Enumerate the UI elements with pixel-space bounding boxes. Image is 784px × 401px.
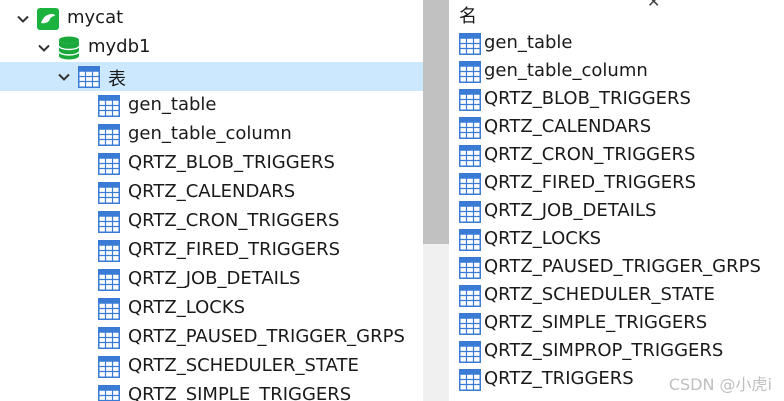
object-list-item-label: QRTZ_SIMPROP_TRIGGERS <box>484 340 724 361</box>
tree-item-database[interactable]: mydb1 <box>0 33 423 62</box>
object-list-item-label: QRTZ_JOB_DETAILS <box>484 200 657 221</box>
object-list-item[interactable]: gen_table_column <box>459 58 784 86</box>
table-icon <box>459 33 481 55</box>
table-icon <box>98 385 120 401</box>
tree-table-label: QRTZ_SIMPLE_TRIGGERS <box>128 384 352 401</box>
table-icon <box>459 229 481 251</box>
tree-table-label: gen_table_column <box>128 123 292 144</box>
chevron-down-icon[interactable] <box>57 70 71 84</box>
object-list-item[interactable]: gen_table <box>459 30 784 58</box>
tree-table-item[interactable]: QRTZ_CRON_TRIGGERS <box>0 207 423 236</box>
table-icon <box>459 285 481 307</box>
tree-table-item[interactable]: QRTZ_SIMPLE_TRIGGERS <box>0 381 423 401</box>
tree-table-label: QRTZ_PAUSED_TRIGGER_GRPS <box>128 326 405 347</box>
tree-table-item[interactable]: QRTZ_PAUSED_TRIGGER_GRPS <box>0 323 423 352</box>
table-icon <box>98 298 120 320</box>
tree-table-item[interactable]: QRTZ_JOB_DETAILS <box>0 265 423 294</box>
tree-table-item[interactable]: QRTZ_SCHEDULER_STATE <box>0 352 423 381</box>
table-icon <box>78 66 100 88</box>
table-icon <box>98 95 120 117</box>
column-header-name[interactable]: 名 <box>459 2 477 28</box>
table-icon <box>98 240 120 262</box>
tree-table-label: QRTZ_FIRED_TRIGGERS <box>128 239 341 260</box>
database-icon <box>58 36 80 60</box>
table-icon <box>459 257 481 279</box>
database-label: mydb1 <box>88 36 151 57</box>
navigation-tree: mycat mydb1 表 gen_table gen_table_column… <box>0 0 423 401</box>
table-icon <box>98 153 120 175</box>
object-list-item[interactable]: QRTZ_BLOB_TRIGGERS <box>459 86 784 114</box>
table-icon <box>459 117 481 139</box>
object-list-item-label: QRTZ_TRIGGERS <box>484 368 634 389</box>
tree-table-label: QRTZ_CRON_TRIGGERS <box>128 210 340 231</box>
object-list-item[interactable]: QRTZ_LOCKS <box>459 226 784 254</box>
tree-table-label: QRTZ_BLOB_TRIGGERS <box>128 152 335 173</box>
tree-scrollbar-thumb[interactable] <box>423 0 449 244</box>
mysql-connection-icon <box>37 8 59 30</box>
object-list-item[interactable]: QRTZ_SCHEDULER_STATE <box>459 282 784 310</box>
table-icon <box>459 61 481 83</box>
tree-table-label: gen_table <box>128 94 217 115</box>
table-icon <box>98 124 120 146</box>
table-icon <box>98 182 120 204</box>
table-icon <box>459 369 481 391</box>
object-list-item-label: QRTZ_BLOB_TRIGGERS <box>484 88 691 109</box>
object-list-item[interactable]: QRTZ_SIMPROP_TRIGGERS <box>459 338 784 366</box>
tree-table-label: QRTZ_LOCKS <box>128 297 246 318</box>
table-icon <box>459 173 481 195</box>
tree-table-item[interactable]: QRTZ_BLOB_TRIGGERS <box>0 149 423 178</box>
tree-scrollbar[interactable] <box>423 0 449 401</box>
object-list-item-label: QRTZ_CRON_TRIGGERS <box>484 144 696 165</box>
tree-item-tables-folder[interactable]: 表 <box>0 62 423 91</box>
chevron-down-icon[interactable] <box>16 12 30 26</box>
tree-table-item[interactable]: QRTZ_LOCKS <box>0 294 423 323</box>
close-icon[interactable]: ✕ <box>647 0 660 11</box>
table-icon <box>98 269 120 291</box>
object-list-pane: ✕ 名 gen_table gen_table_column QRTZ_BLOB_T… <box>449 0 784 401</box>
tree-table-label: QRTZ_JOB_DETAILS <box>128 268 301 289</box>
tree-table-label: QRTZ_SCHEDULER_STATE <box>128 355 359 376</box>
connection-label: mycat <box>67 7 124 28</box>
tree-table-item[interactable]: gen_table_column <box>0 120 423 149</box>
tree-table-item[interactable]: gen_table <box>0 91 423 120</box>
object-list-item-label: QRTZ_PAUSED_TRIGGER_GRPS <box>484 256 761 277</box>
table-icon <box>459 89 481 111</box>
object-list-item[interactable]: QRTZ_PAUSED_TRIGGER_GRPS <box>459 254 784 282</box>
object-list-item-label: QRTZ_CALENDARS <box>484 116 652 137</box>
object-list-item[interactable]: QRTZ_FIRED_TRIGGERS <box>459 170 784 198</box>
table-icon <box>459 341 481 363</box>
object-list-item[interactable]: QRTZ_CRON_TRIGGERS <box>459 142 784 170</box>
tree-table-item[interactable]: QRTZ_CALENDARS <box>0 178 423 207</box>
object-list-item[interactable]: QRTZ_JOB_DETAILS <box>459 198 784 226</box>
object-list-item-label: QRTZ_SIMPLE_TRIGGERS <box>484 312 708 333</box>
tree-item-connection[interactable]: mycat <box>0 4 423 33</box>
table-icon <box>98 356 120 378</box>
object-list-item-label: QRTZ_SCHEDULER_STATE <box>484 284 715 305</box>
object-list-item-label: gen_table_column <box>484 60 648 81</box>
tree-table-item[interactable]: QRTZ_FIRED_TRIGGERS <box>0 236 423 265</box>
table-icon <box>459 145 481 167</box>
tables-folder-label: 表 <box>108 69 126 90</box>
tree-table-label: QRTZ_CALENDARS <box>128 181 296 202</box>
object-list-item[interactable]: QRTZ_SIMPLE_TRIGGERS <box>459 310 784 338</box>
watermark: CSDN @小虎i <box>668 375 772 394</box>
object-list-item-label: QRTZ_FIRED_TRIGGERS <box>484 172 697 193</box>
table-icon <box>459 313 481 335</box>
object-list-item-label: gen_table <box>484 32 573 53</box>
table-icon <box>98 211 120 233</box>
object-list-item[interactable]: QRTZ_CALENDARS <box>459 114 784 142</box>
table-icon <box>459 201 481 223</box>
chevron-down-icon[interactable] <box>37 41 51 55</box>
table-icon <box>98 327 120 349</box>
object-list-item-label: QRTZ_LOCKS <box>484 228 602 249</box>
